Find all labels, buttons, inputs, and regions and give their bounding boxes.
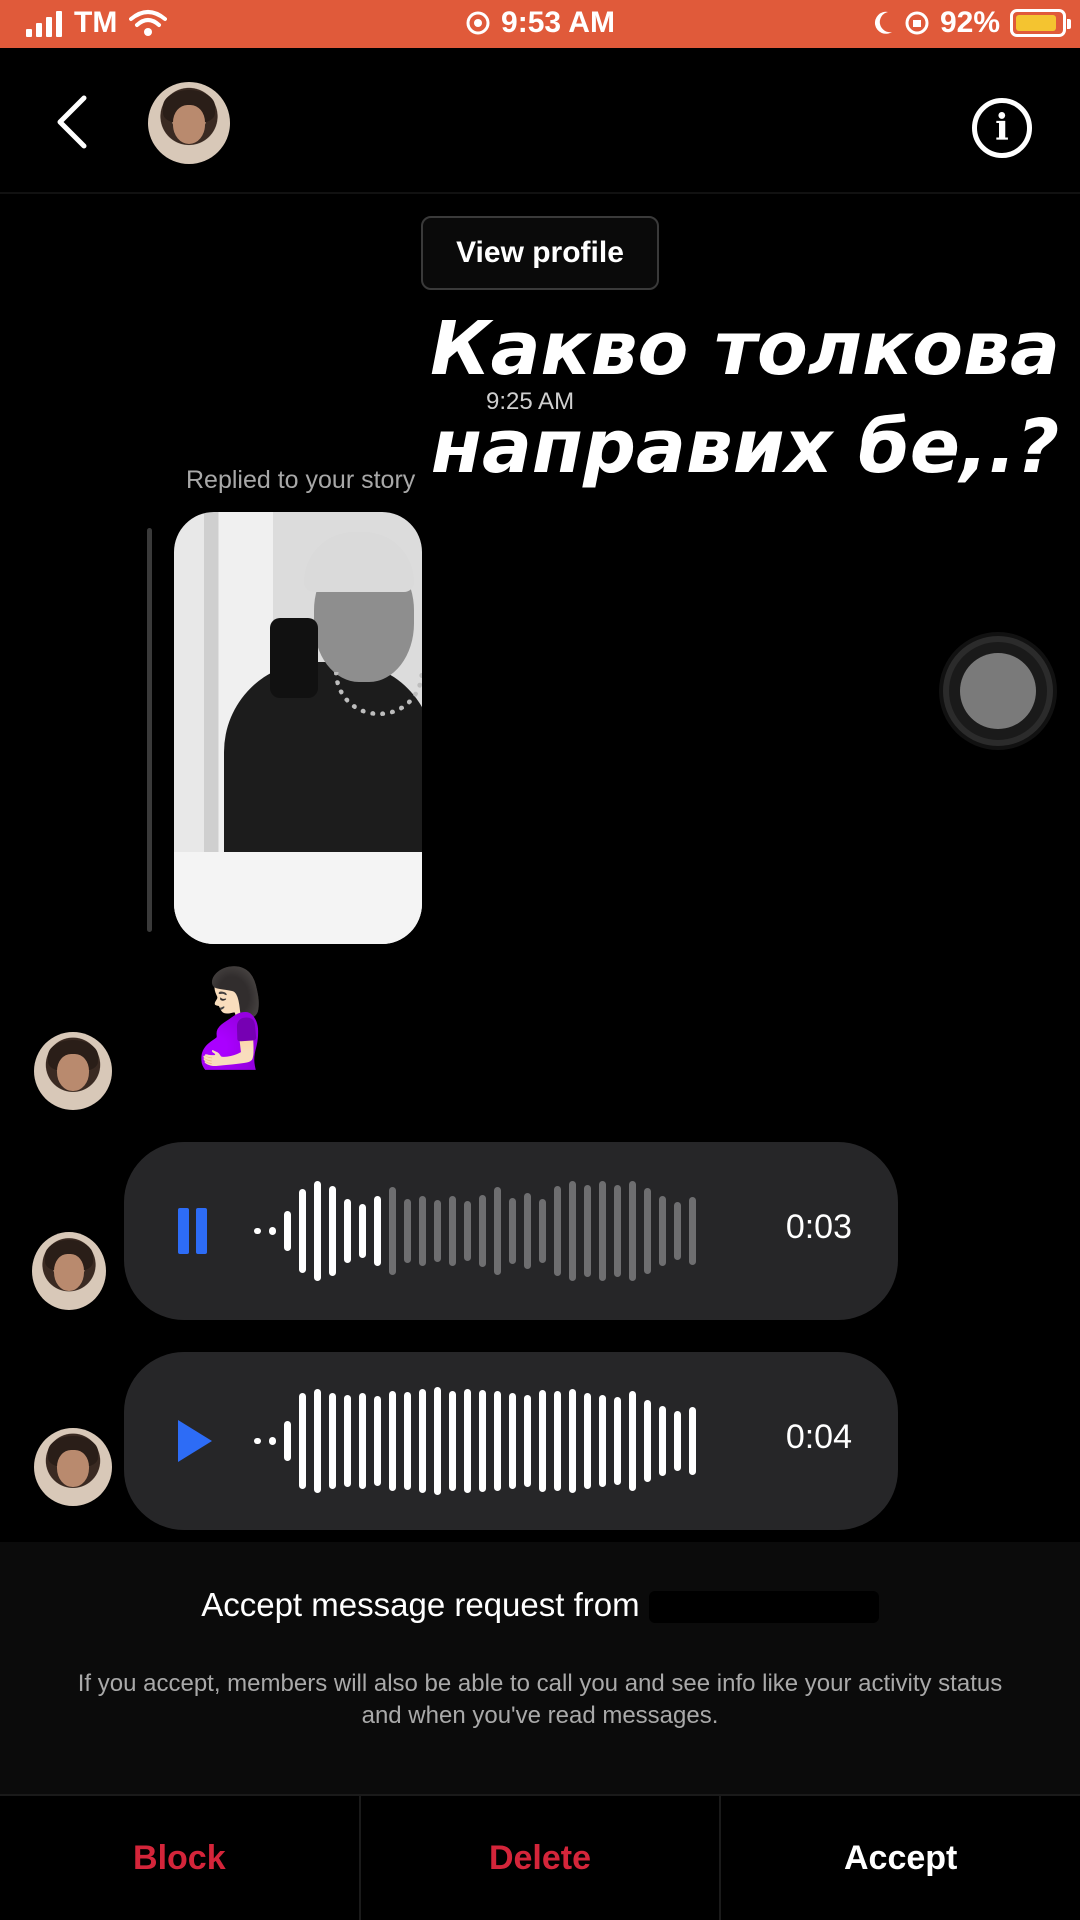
alarm-icon [466, 11, 490, 35]
waveform-bar [404, 1392, 411, 1490]
request-description: If you accept, members will also be able… [77, 1670, 1003, 1729]
replied-to-story-label: Replied to your story [186, 466, 416, 494]
waveform-bar [479, 1390, 486, 1492]
waveform-bar [644, 1188, 651, 1274]
header-divider [0, 192, 1080, 194]
waveform-bar [359, 1393, 366, 1489]
accept-button[interactable]: Accept [721, 1796, 1080, 1920]
waveform-bar [419, 1389, 426, 1493]
waveform-bar [569, 1389, 576, 1493]
status-bar: TM 9:53 AM 92% [0, 0, 1080, 48]
waveform-bar [614, 1185, 621, 1277]
floating-record-button[interactable] [943, 636, 1053, 746]
sender-avatar[interactable] [32, 1232, 106, 1310]
waveform-bar [614, 1397, 621, 1485]
waveform-bar [329, 1393, 336, 1489]
reply-quote-bar [147, 528, 152, 932]
waveform-bar [254, 1438, 261, 1444]
waveform-bar [479, 1195, 486, 1267]
request-actions: Block Delete Accept [0, 1794, 1080, 1920]
waveform-bar [524, 1395, 531, 1487]
waveform-bar [434, 1200, 441, 1262]
waveform-bar [494, 1391, 501, 1491]
waveform-bar [374, 1396, 381, 1486]
clock: 9:53 AM [501, 6, 615, 39]
view-profile-button[interactable]: View profile [421, 216, 659, 290]
pause-icon[interactable] [172, 1204, 216, 1258]
waveform-bar [599, 1395, 606, 1487]
voice-duration: 0:04 [785, 1418, 852, 1456]
waveform-bar [659, 1406, 666, 1476]
waveform-bar [554, 1186, 561, 1276]
waveform-bar [464, 1201, 471, 1261]
story-thumbnail[interactable] [174, 512, 422, 944]
battery-icon [1010, 9, 1071, 37]
waveform-bar [254, 1228, 261, 1234]
waveform-bar [269, 1227, 276, 1235]
waveform-bar [314, 1389, 321, 1493]
waveform-bar [689, 1197, 696, 1265]
waveform-bar [599, 1181, 606, 1281]
waveform-bar [269, 1437, 276, 1445]
waveform-bar [509, 1393, 516, 1489]
block-button[interactable]: Block [0, 1796, 361, 1920]
play-icon[interactable] [172, 1414, 216, 1468]
waveform-bar [539, 1390, 546, 1492]
waveform-bar [524, 1193, 531, 1269]
moon-icon [874, 11, 892, 34]
waveform-bar [299, 1393, 306, 1489]
waveform-bar [314, 1181, 321, 1281]
waveform-bar [284, 1421, 291, 1461]
waveform-bar [584, 1393, 591, 1489]
sender-avatar[interactable] [34, 1032, 112, 1110]
request-title: Accept message request from [0, 1586, 1080, 1624]
waveform-bar [554, 1391, 561, 1491]
waveform-bar [329, 1186, 336, 1276]
waveform-bar [344, 1199, 351, 1263]
redacted-username [648, 1591, 879, 1624]
waveform-bar [509, 1198, 516, 1264]
sender-avatar[interactable] [34, 1428, 112, 1506]
waveform-bar [494, 1187, 501, 1275]
waveform-bar [299, 1189, 306, 1273]
waveform[interactable] [254, 1176, 754, 1286]
waveform-bar [389, 1391, 396, 1491]
waveform-bar [374, 1196, 381, 1266]
waveform-bar [569, 1181, 576, 1281]
waveform-bar [389, 1187, 396, 1275]
waveform-bar [644, 1400, 651, 1482]
waveform-bar [404, 1199, 411, 1263]
waveform-bar [359, 1204, 366, 1258]
header-avatar[interactable] [148, 82, 230, 164]
waveform-bar [659, 1196, 666, 1266]
waveform-bar [629, 1391, 636, 1491]
waveform[interactable] [254, 1386, 754, 1496]
battery-percent: 92% [939, 6, 1000, 39]
overlay-caption: Какво толкова направих бе,.? [430, 306, 1060, 490]
waveform-bar [344, 1395, 351, 1487]
voice-duration: 0:03 [785, 1208, 852, 1246]
waveform-bar [629, 1181, 636, 1281]
waveform-bar [449, 1391, 456, 1491]
delete-button[interactable]: Delete [361, 1796, 722, 1920]
waveform-bar [689, 1407, 696, 1475]
waveform-bar [284, 1211, 291, 1251]
waveform-bar [539, 1199, 546, 1263]
orientation-lock-icon [905, 11, 929, 35]
info-icon[interactable]: i [972, 98, 1032, 158]
voice-message[interactable]: 0:04 [124, 1352, 898, 1530]
voice-message[interactable]: 0:03 [124, 1142, 898, 1320]
waveform-bar [434, 1387, 441, 1495]
waveform-bar [674, 1411, 681, 1471]
waveform-bar [419, 1196, 426, 1266]
back-chevron-icon[interactable] [50, 92, 94, 152]
waveform-bar [464, 1389, 471, 1493]
pregnant-woman-emoji: 🤰🏻 [170, 964, 290, 1071]
waveform-bar [449, 1196, 456, 1266]
waveform-bar [584, 1185, 591, 1277]
waveform-bar [674, 1202, 681, 1260]
